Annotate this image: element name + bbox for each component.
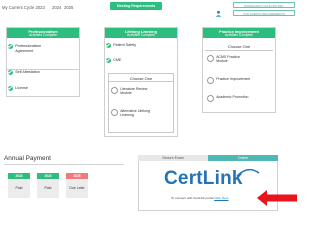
list-item-acms-practice-module[interactable]: ACMS Practice Module	[207, 54, 247, 64]
professionalism-card-border	[6, 27, 80, 97]
cycle-year-2024-link[interactable]: 2024	[52, 5, 61, 10]
list-item-alternative-lifelong-learning[interactable]: Alternative Lifelong Learning	[111, 108, 156, 118]
practice-improvement-card-header: Practice Improvement Activities Complete	[203, 28, 275, 38]
list-item-practice-improvement[interactable]: Practice Improvement	[207, 76, 267, 84]
tab-secure-exam[interactable]: Secure Exam	[138, 155, 208, 161]
click-here-link[interactable]: Click Here	[214, 196, 228, 200]
connect-label: To connect with CertLink portal	[171, 196, 214, 200]
annual-payment-divider	[4, 164, 124, 165]
card-subtitle: Activities Complete	[224, 33, 254, 37]
item-label: Literature Review Module	[120, 87, 148, 96]
item-label: Practice Improvement	[216, 77, 251, 81]
user-sync-icon[interactable]	[215, 4, 222, 17]
item-label: ACMS Practice Module	[216, 55, 240, 64]
check-icon	[111, 108, 119, 116]
choose-one-divider	[205, 50, 273, 51]
check-icon	[106, 42, 112, 48]
item-label: Alternative Lifelong Learning	[120, 109, 150, 118]
item-label: Patient Safety	[113, 43, 137, 47]
payment-status-cell: Paid	[37, 179, 59, 198]
certlink-arc-icon	[235, 164, 261, 177]
item-label: Academic Promotion	[216, 95, 249, 99]
payment-status-cell: Due Later	[66, 179, 88, 198]
item-label: CME	[113, 58, 122, 62]
choose-one-divider	[108, 81, 174, 82]
annual-payment-title: Annual Payment	[4, 155, 51, 162]
download-cycle-history-button[interactable]: DOWNLOAD CYCLE HISTORY	[233, 2, 295, 8]
choose-one-title: Choose One	[227, 44, 251, 49]
certlink-logo-text: CertLink	[164, 168, 243, 189]
list-item-academic-promotion[interactable]: Academic Promotion	[207, 94, 267, 102]
tab-online[interactable]: Online	[208, 155, 278, 161]
certlink-connect-text: To connect with CertLink portal Click He…	[171, 196, 228, 200]
cycle-year-2025-link[interactable]: 2025	[64, 5, 73, 10]
list-item-patient-safety[interactable]: Patient Safety	[106, 42, 166, 48]
certification-requirements-button[interactable]: OUR #CERTIL REQUIREMENTS	[233, 10, 295, 16]
check-icon	[111, 86, 119, 94]
check-icon	[207, 94, 215, 102]
check-icon	[207, 76, 215, 84]
lifelong-learning-card-header: Lifelong Learning Activities Complete	[105, 28, 177, 38]
current-cycle-label: My Current Cycle 2023	[2, 5, 45, 10]
check-icon	[106, 57, 112, 63]
list-item-literature-review-module[interactable]: Literature Review Module	[111, 86, 156, 96]
check-icon	[207, 54, 215, 62]
meeting-requirements-button[interactable]: Meeting Requirements	[110, 2, 162, 10]
card-subtitle: Activities Complete	[126, 33, 156, 37]
lifelong-choose-one-box	[108, 73, 174, 133]
payment-status-cell: Paid	[8, 179, 30, 198]
list-item-cme[interactable]: CME	[106, 57, 166, 63]
red-arrow-icon	[257, 190, 297, 206]
